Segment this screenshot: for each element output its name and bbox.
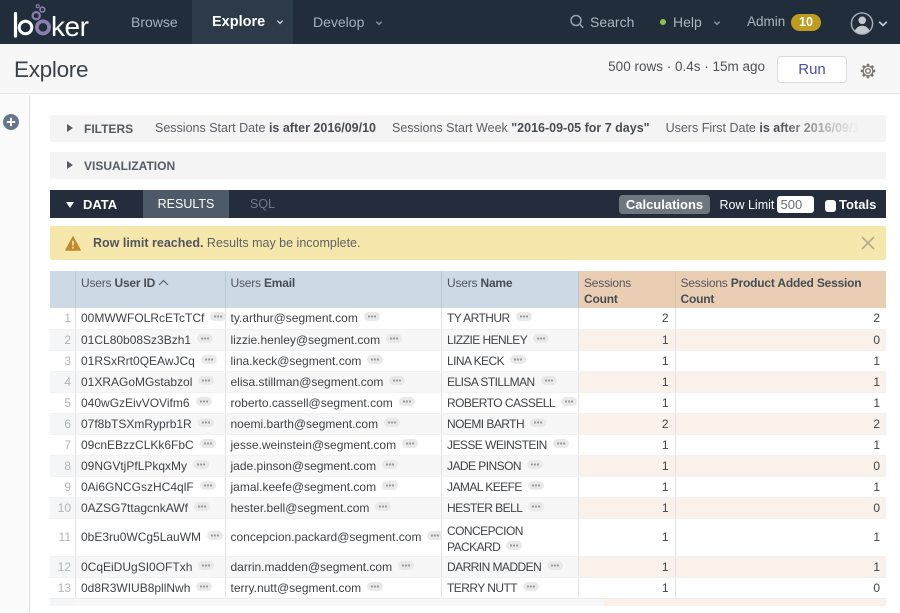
svg-text:ker: ker (51, 11, 89, 42)
